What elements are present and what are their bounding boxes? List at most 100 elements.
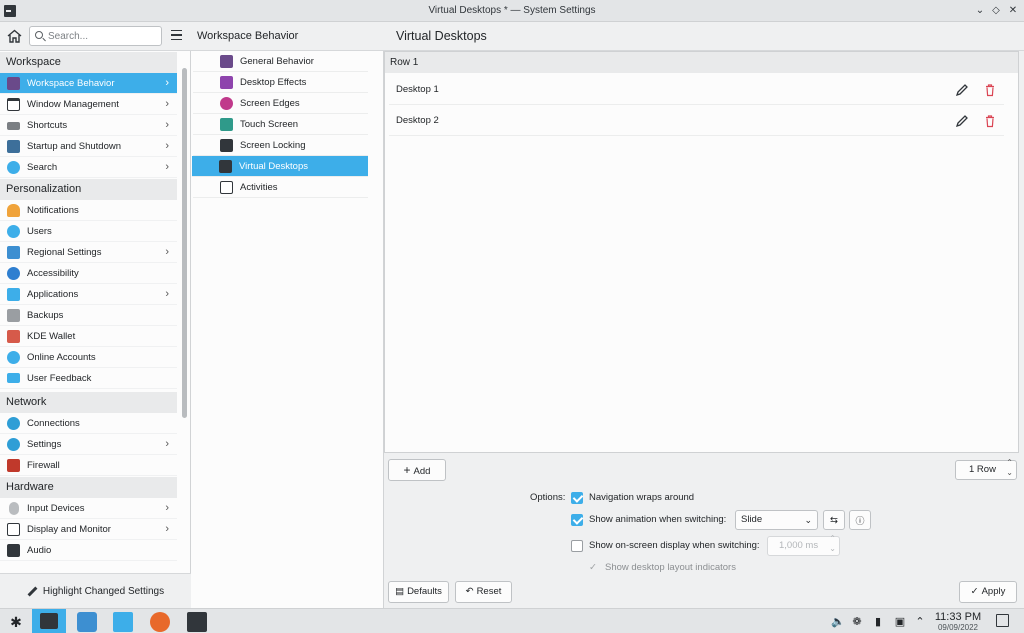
sidebar-item-workspace-behavior[interactable]: Workspace Behavior › <box>0 73 177 94</box>
desktop-name: Desktop 1 <box>396 84 439 95</box>
apply-button[interactable]: ✓ Apply <box>959 581 1017 603</box>
navigation-wraps-checkbox[interactable] <box>571 492 583 504</box>
highlight-changed-button[interactable]: Highlight Changed Settings <box>0 573 191 608</box>
category-personalization: Personalization <box>0 179 177 200</box>
keyboard-icon <box>7 122 20 130</box>
system-settings-icon <box>40 613 58 629</box>
sidebar-item-window-management[interactable]: Window Management › <box>0 94 177 115</box>
search-icon <box>35 31 43 39</box>
sidebar-item-users[interactable]: Users <box>0 221 177 242</box>
show-osd-checkbox[interactable] <box>571 540 583 552</box>
subitem-touch-screen[interactable]: Touch Screen <box>193 114 368 135</box>
touch-screen-icon <box>220 118 233 131</box>
hamburger-menu-icon[interactable] <box>171 30 182 40</box>
battery-icon[interactable]: ▮ <box>868 612 888 632</box>
clock[interactable]: 11:33 PM 09/09/2022 <box>930 611 986 632</box>
subitem-virtual-desktops[interactable]: Virtual Desktops <box>192 156 368 177</box>
desktop-row[interactable]: Desktop 1 <box>389 74 1004 105</box>
desktop-name: Desktop 2 <box>396 115 439 126</box>
search-input[interactable]: Search... <box>29 26 162 46</box>
general-behavior-icon <box>220 55 233 68</box>
main-header: Virtual Desktops <box>384 22 1024 51</box>
sidebar-item-user-feedback[interactable]: User Feedback <box>0 368 177 389</box>
sidebar-item-input-devices[interactable]: Input Devices › <box>0 498 177 519</box>
show-desktop-icon[interactable] <box>996 614 1009 627</box>
sidebar-item-network-settings[interactable]: Settings › <box>0 434 177 455</box>
sidebar-item-kde-wallet[interactable]: KDE Wallet <box>0 326 177 347</box>
wallet-icon <box>7 330 20 343</box>
sidebar-item-search[interactable]: Search › <box>0 157 177 178</box>
activities-icon <box>220 181 233 194</box>
sidebar-item-audio[interactable]: Audio <box>0 540 177 561</box>
delete-icon[interactable] <box>983 83 997 97</box>
rows-spinbox[interactable]: 1 Row ⌃ ⌄ <box>955 458 1017 480</box>
sidebar-scrollbar[interactable] <box>182 68 187 418</box>
show-animation-checkbox[interactable] <box>571 514 583 526</box>
feedback-icon <box>7 373 20 383</box>
animation-about-button[interactable]: ⓘ <box>849 510 871 530</box>
subitem-screen-edges[interactable]: Screen Edges <box>193 93 368 114</box>
close-button[interactable]: ✕ <box>1005 3 1021 19</box>
file-manager-icon[interactable] <box>113 612 133 632</box>
connections-icon <box>7 417 20 430</box>
category-hardware: Hardware <box>0 477 177 498</box>
options-label: Options: <box>530 492 566 503</box>
osd-duration-spinbox[interactable]: 1,000 ms ⌃ ⌄ <box>767 534 840 556</box>
add-desktop-button[interactable]: + Add <box>388 459 446 481</box>
sidebar-item-connections[interactable]: Connections <box>0 413 177 434</box>
page-title: Virtual Desktops <box>396 29 487 43</box>
maximize-button[interactable]: ◇ <box>988 3 1004 19</box>
app-launcher-icon[interactable]: ✱ <box>6 612 26 632</box>
chevron-right-icon: › <box>165 77 169 89</box>
subitem-desktop-effects[interactable]: Desktop Effects <box>193 72 368 93</box>
subitem-screen-locking[interactable]: Screen Locking <box>193 135 368 156</box>
sidebar-item-startup-shutdown[interactable]: Startup and Shutdown › <box>0 136 177 157</box>
category-network: Network <box>0 392 177 413</box>
chevron-right-icon: › <box>165 161 169 173</box>
sidebar-item-notifications[interactable]: Notifications <box>0 200 177 221</box>
sidebar-item-accessibility[interactable]: Accessibility <box>0 263 177 284</box>
chevron-right-icon: › <box>165 140 169 152</box>
sidebar-item-shortcuts[interactable]: Shortcuts › <box>0 115 177 136</box>
document-icon: ▤ <box>395 586 405 597</box>
search-placeholder: Search... <box>48 31 89 42</box>
expand-tray-icon[interactable]: ⌃ <box>910 612 930 632</box>
bluetooth-icon[interactable]: ❁ <box>847 612 867 632</box>
rename-icon[interactable] <box>955 83 969 97</box>
sidebar-item-regional-settings[interactable]: Regional Settings › <box>0 242 177 263</box>
network-icon[interactable]: ▣ <box>890 612 910 632</box>
bell-icon <box>7 204 20 217</box>
animation-select[interactable]: Slide ⌄ <box>735 510 818 530</box>
subitem-general-behavior[interactable]: General Behavior <box>193 51 368 72</box>
volume-icon[interactable]: 🔈 <box>828 612 848 632</box>
defaults-button[interactable]: ▤ Defaults <box>388 581 449 603</box>
desktop-row[interactable]: Desktop 2 <box>389 105 1004 136</box>
sidebar-item-online-accounts[interactable]: Online Accounts <box>0 347 177 368</box>
applications-icon <box>7 288 20 301</box>
window-icon <box>7 98 20 111</box>
discover-icon[interactable] <box>77 612 97 632</box>
sidebar-toolbar: Search... <box>0 22 191 51</box>
navigation-wraps-label: Navigation wraps around <box>589 492 695 503</box>
delete-icon[interactable] <box>983 114 997 128</box>
rename-icon[interactable] <box>955 114 969 128</box>
firefox-icon[interactable] <box>150 612 170 632</box>
sidebar-item-display-monitor[interactable]: Display and Monitor › <box>0 519 177 540</box>
sidebar: Search... Workspace Workspace Behavior › … <box>0 22 191 608</box>
minimize-button[interactable]: ⌄ <box>972 3 988 19</box>
sidebar-item-backups[interactable]: Backups <box>0 305 177 326</box>
terminal-icon[interactable] <box>187 612 207 632</box>
animation-configure-button[interactable]: ⇆ <box>823 510 845 530</box>
show-animation-label: Show animation when switching: <box>589 514 727 525</box>
virtual-desktops-icon <box>219 160 232 173</box>
chevron-right-icon: › <box>165 523 169 535</box>
taskbar-system-settings[interactable] <box>32 609 66 633</box>
checkmark-icon: ✓ <box>589 562 597 573</box>
sidebar-item-firewall[interactable]: Firewall <box>0 455 177 476</box>
regional-icon <box>7 246 20 259</box>
home-icon[interactable] <box>6 28 23 45</box>
sliders-icon: ⇆ <box>830 515 838 526</box>
subitem-activities[interactable]: Activities <box>193 177 368 198</box>
reset-button[interactable]: ↶ Reset <box>455 581 512 603</box>
sidebar-item-applications[interactable]: Applications › <box>0 284 177 305</box>
